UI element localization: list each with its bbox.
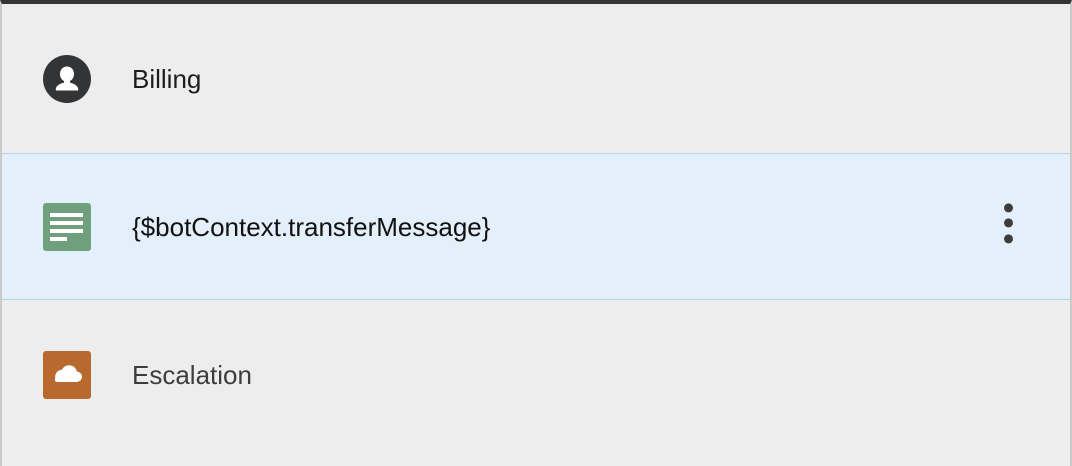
- list-item-transfer-message[interactable]: {$botContext.transferMessage}: [2, 153, 1070, 300]
- list-item-billing[interactable]: Billing: [2, 4, 1070, 153]
- person-icon: [42, 54, 92, 104]
- more-vertical-icon[interactable]: [998, 202, 1018, 243]
- message-document-icon: [42, 202, 92, 252]
- flow-list-panel: Billing {$botContext.transferMessage} Es…: [0, 0, 1072, 466]
- list-item-label: {$botContext.transferMessage}: [132, 211, 491, 242]
- list-item-label: Escalation: [132, 360, 252, 390]
- cloud-icon: [42, 350, 92, 400]
- list-item-escalation[interactable]: Escalation: [2, 300, 1070, 446]
- list-item-label: Billing: [132, 63, 202, 94]
